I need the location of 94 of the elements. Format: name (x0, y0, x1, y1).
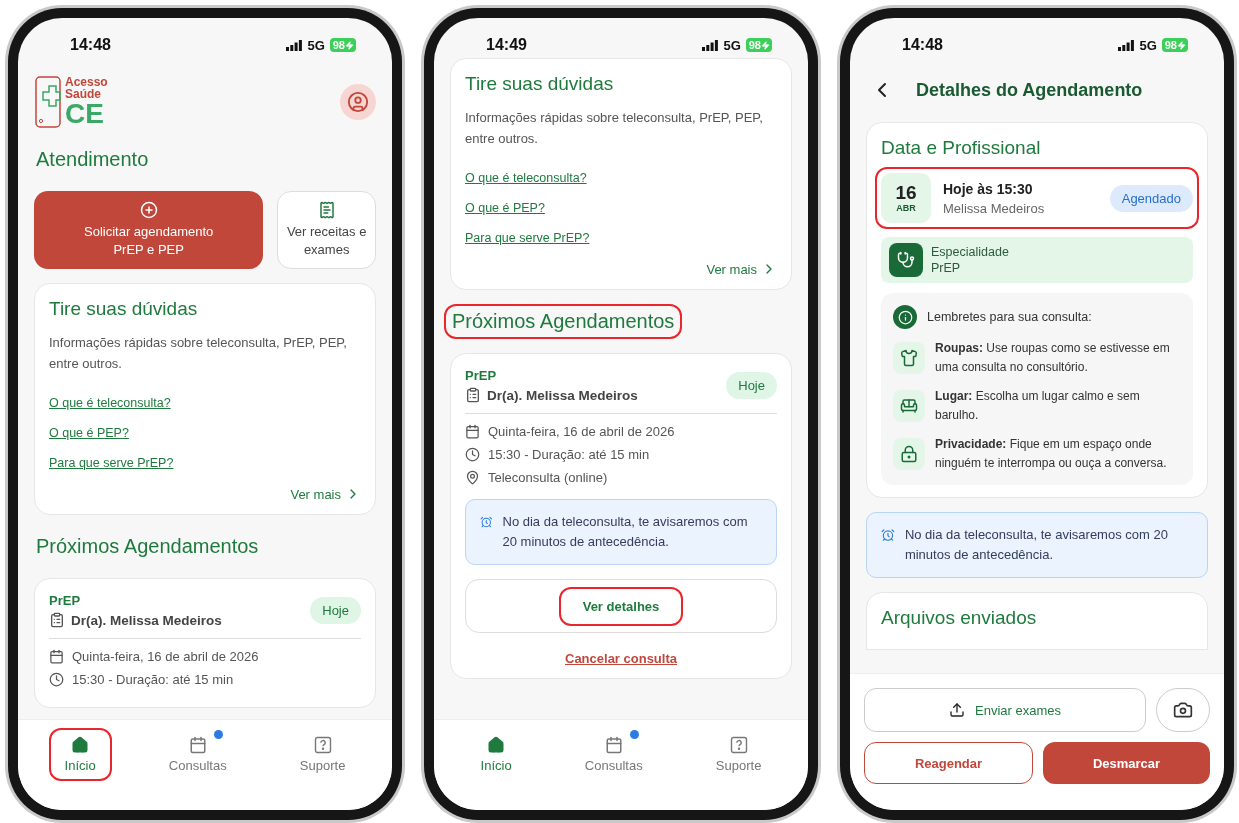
tab-item[interactable]: Consultas (568, 728, 659, 781)
card-title: Tire suas dúvidas (49, 298, 199, 320)
info-icon (893, 305, 917, 329)
faq-link[interactable]: O que é PEP? (49, 426, 129, 440)
network-label: 5G (307, 37, 325, 53)
home-icon (71, 736, 90, 754)
tab-item[interactable]: Início (48, 728, 112, 781)
faq-link[interactable]: Para que serve PrEP? (49, 456, 174, 470)
appointment-detail: Quinta-feira, 16 de abril de 2026 (488, 424, 675, 439)
section-heading: Atendimento (35, 147, 150, 172)
signal-icon (702, 39, 719, 51)
specialty-label: Especialidade (931, 245, 1009, 259)
tab-item[interactable]: Suporte (283, 728, 362, 781)
faq-link[interactable]: Para que serve PrEP? (465, 231, 590, 245)
appointment-detail: Teleconsulta (online) (488, 470, 608, 485)
padlock-icon (893, 438, 925, 470)
calendar-icon (49, 649, 64, 664)
upload-button[interactable]: Enviar exames (864, 688, 1146, 732)
notice-text: No dia da teleconsulta, te avisaremos com 20 minutos de antecedência. (904, 526, 1169, 564)
logo-text: Saúde (65, 88, 102, 100)
appointment-type: PrEP (49, 593, 82, 608)
card-description: Informações rápidas sobre teleconsulta, PrEP, PEP, entre outros. (465, 109, 764, 148)
professional-name: Melissa Medeiros (943, 200, 1045, 216)
camera-button[interactable] (1156, 688, 1210, 732)
details-button[interactable]: Ver detalhes (465, 579, 777, 633)
status-badge: Agendado (1109, 184, 1193, 212)
card-description: Informações rápidas sobre teleconsulta, PrEP, PEP, entre outros. (49, 334, 348, 373)
home-icon (487, 736, 506, 754)
reminders-title: Lembretes para sua consulta: (927, 310, 1092, 324)
user-icon (347, 91, 369, 113)
tab-item[interactable]: Consultas (152, 728, 243, 781)
faq-link[interactable]: O que é teleconsulta? (465, 171, 587, 185)
reminder-text: Lugar: Escolha um lugar calmo e sem barulho. (935, 388, 1141, 424)
see-more-link[interactable]: Ver mais (706, 261, 777, 277)
appointment-type: PrEP (465, 368, 498, 383)
today-badge: Hoje (310, 597, 361, 624)
camera-icon (1173, 700, 1193, 720)
faq-link[interactable]: O que é teleconsulta? (49, 396, 171, 410)
tab-item[interactable]: Suporte (699, 728, 778, 781)
faq-link[interactable]: O que é PEP? (465, 201, 545, 215)
calendar-icon (188, 736, 207, 754)
profile-button[interactable] (340, 84, 376, 120)
today-badge: Hoje (726, 372, 777, 399)
status-time: 14:49 (486, 36, 527, 54)
network-label: 5G (723, 37, 741, 53)
doctor-name: Dr(a). Melissa Medeiros (487, 387, 638, 403)
location-pin-icon (465, 470, 480, 485)
plus-circle-icon (139, 201, 158, 219)
card-title: Arquivos enviados (881, 607, 1037, 628)
clock-icon (49, 672, 64, 687)
cancel-button[interactable]: Desmarcar (1043, 742, 1210, 784)
help-icon (313, 736, 332, 754)
tab-item[interactable]: Início (464, 728, 528, 781)
appointment-time: Hoje às 15:30 (943, 180, 1034, 197)
signal-icon (1118, 39, 1135, 51)
section-heading: Próximos Agendamentos (444, 304, 683, 339)
notice-text: No dia da teleconsulta, te avisaremos com 20 minutos de antecedência. (502, 513, 749, 551)
prescriptions-button[interactable]: Ver receitas e exames (277, 191, 376, 269)
reschedule-button[interactable]: Reagendar (864, 742, 1033, 784)
status-time: 14:48 (70, 36, 111, 54)
logo-text: Acesso (65, 76, 108, 88)
date-day: 16 (895, 183, 917, 203)
logo-text: CE (65, 100, 105, 128)
network-label: 5G (1139, 37, 1157, 53)
card-title: Data e Profissional (881, 137, 1042, 159)
page-title: Detalhes do Agendamento (916, 79, 1143, 101)
appointment-detail: Quinta-feira, 16 de abril de 2026 (72, 649, 259, 664)
battery-indicator: 98 (745, 38, 772, 52)
cancel-link[interactable]: Cancelar consulta (565, 651, 677, 666)
reminder-text: Roupas: Use roupas como se estivesse em uma consulta no consultório. (935, 340, 1171, 376)
logo-phone-cross-icon (34, 76, 62, 128)
calendar-icon (465, 424, 480, 439)
specialty-value: PrEP (931, 261, 962, 275)
receipt-icon (317, 201, 336, 219)
card-title: Tire suas dúvidas (465, 73, 615, 95)
see-more-link[interactable]: Ver mais (290, 486, 361, 502)
request-appointment-button[interactable]: Solicitar agendamento PrEP e PEP (34, 191, 264, 269)
doctor-name: Dr(a). Melissa Medeiros (71, 612, 222, 628)
stethoscope-icon (889, 243, 923, 277)
battery-indicator: 98 (1161, 38, 1188, 52)
clock-icon (465, 447, 480, 462)
appointment-detail: 15:30 - Duração: até 15 min (72, 672, 234, 687)
calendar-icon (604, 736, 623, 754)
appointment-detail: 15:30 - Duração: até 15 min (488, 447, 650, 462)
signal-icon (286, 39, 303, 51)
battery-indicator: 98 (329, 38, 356, 52)
date-month: ABR (896, 203, 916, 213)
shirt-icon (893, 342, 925, 374)
reminder-text: Privacidade: Fique em um espaço onde ninguém te interrompa ou ouça a conversa. (935, 436, 1168, 472)
upload-icon (949, 702, 965, 718)
help-icon (729, 736, 748, 754)
status-time: 14:48 (902, 36, 943, 54)
section-heading: Próximos Agendamentos (35, 534, 260, 559)
sofa-icon (893, 390, 925, 422)
